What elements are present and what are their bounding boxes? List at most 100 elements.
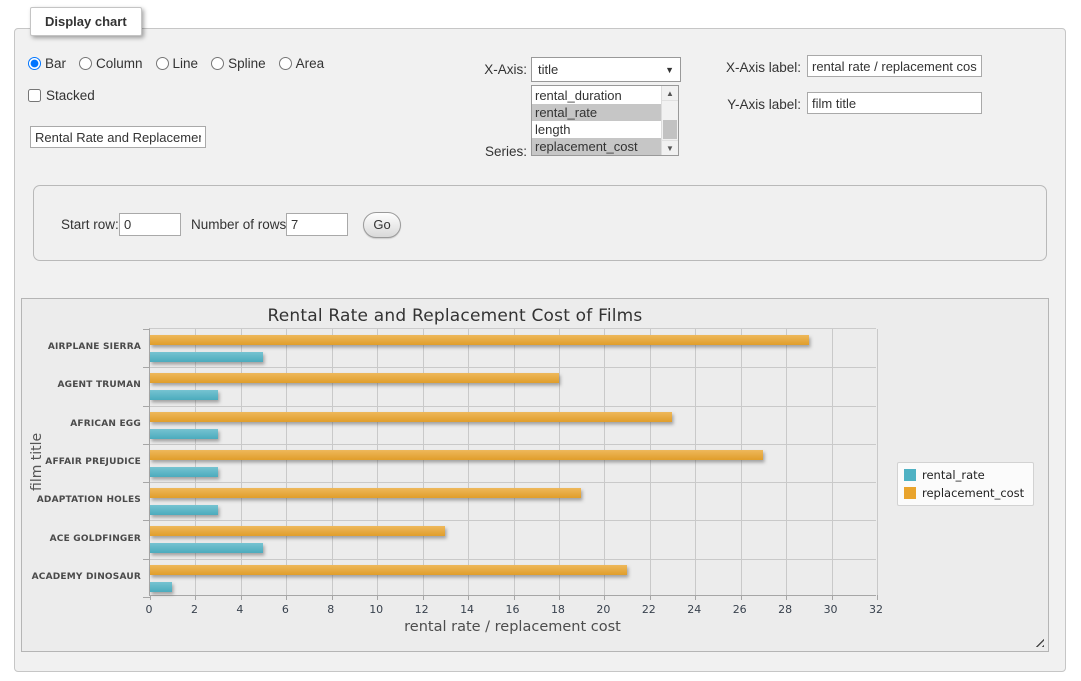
radio-bar-input[interactable]	[28, 57, 41, 70]
y-axis-tick	[143, 482, 150, 483]
chevron-down-icon: ▼	[665, 65, 674, 75]
radio-line-input[interactable]	[156, 57, 169, 70]
x-gridline	[786, 329, 787, 595]
x-gridline	[286, 329, 287, 595]
x-axis-tick	[559, 595, 560, 600]
legend-item-rental_rate[interactable]: rental_rate	[904, 468, 1024, 482]
radio-bar[interactable]: Bar	[28, 56, 66, 71]
bar-replacement_cost[interactable]	[150, 412, 672, 422]
radio-spline-label: Spline	[228, 56, 266, 71]
bar-replacement_cost[interactable]	[150, 488, 581, 498]
bar-replacement_cost[interactable]	[150, 373, 559, 383]
radio-area[interactable]: Area	[279, 56, 325, 71]
x-axis-tick	[786, 595, 787, 600]
stacked-checkbox[interactable]	[28, 89, 41, 102]
resize-handle-icon[interactable]	[1033, 636, 1044, 647]
start-row-input[interactable]	[119, 213, 181, 236]
series-option[interactable]: rental_duration	[532, 87, 661, 104]
stacked-label: Stacked	[46, 88, 95, 103]
category-label: AFRICAN EGG	[52, 405, 141, 443]
y-axis-label-input[interactable]	[807, 92, 982, 114]
x-gridline	[650, 329, 651, 595]
x-axis-tick	[150, 595, 151, 600]
x-axis-tick	[695, 595, 696, 600]
x-axis-select[interactable]: title ▼	[531, 57, 681, 82]
radio-column-input[interactable]	[79, 57, 92, 70]
category-label: ACE GOLDFINGER	[52, 519, 141, 557]
scroll-down-icon[interactable]: ▼	[662, 140, 678, 155]
x-tick-labels: 02468101214161820222426283032	[149, 603, 876, 617]
radio-line-label: Line	[173, 56, 199, 71]
legend-label: replacement_cost	[922, 486, 1024, 500]
scroll-up-icon[interactable]: ▲	[662, 86, 678, 101]
y-axis-tick	[143, 329, 150, 330]
series-multiselect[interactable]: rental_duration rental_rate length repla…	[531, 85, 679, 156]
x-axis-label-input[interactable]	[807, 55, 982, 77]
x-axis-tick	[286, 595, 287, 600]
bar-replacement_cost[interactable]	[150, 335, 809, 345]
x-tick-label: 30	[824, 603, 838, 616]
series-option[interactable]: rental_rate	[532, 104, 661, 121]
y-axis-tick	[143, 597, 150, 598]
x-axis-tick	[241, 595, 242, 600]
radio-area-label: Area	[296, 56, 325, 71]
bar-rental_rate[interactable]	[150, 429, 218, 439]
bar-replacement_cost[interactable]	[150, 526, 445, 536]
x-gridline	[468, 329, 469, 595]
radio-line[interactable]: Line	[156, 56, 199, 71]
x-axis-title: rental rate / replacement cost	[149, 619, 876, 635]
chart-title-input[interactable]	[30, 126, 206, 148]
x-tick-label: 10	[369, 603, 383, 616]
bar-replacement_cost[interactable]	[150, 565, 627, 575]
x-gridline	[877, 329, 878, 595]
bar-rental_rate[interactable]	[150, 467, 218, 477]
x-axis-tick	[468, 595, 469, 600]
radio-column[interactable]: Column	[79, 56, 143, 71]
x-tick-label: 26	[733, 603, 747, 616]
x-axis-tick	[514, 595, 515, 600]
category-label: ADAPTATION HOLES	[52, 481, 141, 519]
page: Display chart Bar Column Line Spline Are…	[0, 0, 1081, 681]
x-axis-label-label: X-Axis label:	[704, 60, 801, 75]
y-axis-tick	[143, 559, 150, 560]
series-scrollbar[interactable]: ▲ ▼	[661, 86, 678, 155]
bar-rental_rate[interactable]	[150, 582, 172, 592]
x-axis-tick	[377, 595, 378, 600]
radio-column-label: Column	[96, 56, 143, 71]
x-gridline	[241, 329, 242, 595]
category-labels: AIRPLANE SIERRAAGENT TRUMANAFRICAN EGGAF…	[52, 328, 141, 596]
chart-title: Rental Rate and Replacement Cost of Film…	[22, 306, 888, 326]
chart-type-radio-group: Bar Column Line Spline Area	[28, 56, 324, 71]
x-axis-tick	[650, 595, 651, 600]
x-gridline	[377, 329, 378, 595]
x-tick-label: 2	[191, 603, 198, 616]
scrollbar-thumb[interactable]	[663, 120, 677, 139]
x-tick-label: 22	[642, 603, 656, 616]
series-option[interactable]: replacement_cost	[532, 138, 661, 155]
bar-rental_rate[interactable]	[150, 543, 263, 553]
bar-replacement_cost[interactable]	[150, 450, 763, 460]
legend-label: rental_rate	[922, 468, 985, 482]
x-gridline	[741, 329, 742, 595]
bar-rental_rate[interactable]	[150, 505, 218, 515]
x-tick-label: 4	[236, 603, 243, 616]
x-axis-select-label: X-Axis:	[447, 62, 527, 77]
go-button[interactable]: Go	[363, 212, 401, 238]
y-axis-title: film title	[28, 328, 46, 596]
y-gridline	[150, 444, 876, 445]
series-option[interactable]: length	[532, 121, 661, 138]
radio-area-input[interactable]	[279, 57, 292, 70]
num-rows-input[interactable]	[286, 213, 348, 236]
bar-rental_rate[interactable]	[150, 390, 218, 400]
radio-spline[interactable]: Spline	[211, 56, 266, 71]
legend-item-replacement_cost[interactable]: replacement_cost	[904, 486, 1024, 500]
x-axis-selected-value: title	[538, 62, 558, 77]
y-axis-label-label: Y-Axis label:	[704, 97, 801, 112]
radio-spline-input[interactable]	[211, 57, 224, 70]
x-gridline	[832, 329, 833, 595]
bar-rental_rate[interactable]	[150, 352, 263, 362]
x-tick-label: 28	[778, 603, 792, 616]
start-row-label: Start row:	[61, 217, 119, 232]
category-label: AFFAIR PREJUDICE	[52, 443, 141, 481]
fieldset-legend: Display chart	[30, 7, 142, 36]
